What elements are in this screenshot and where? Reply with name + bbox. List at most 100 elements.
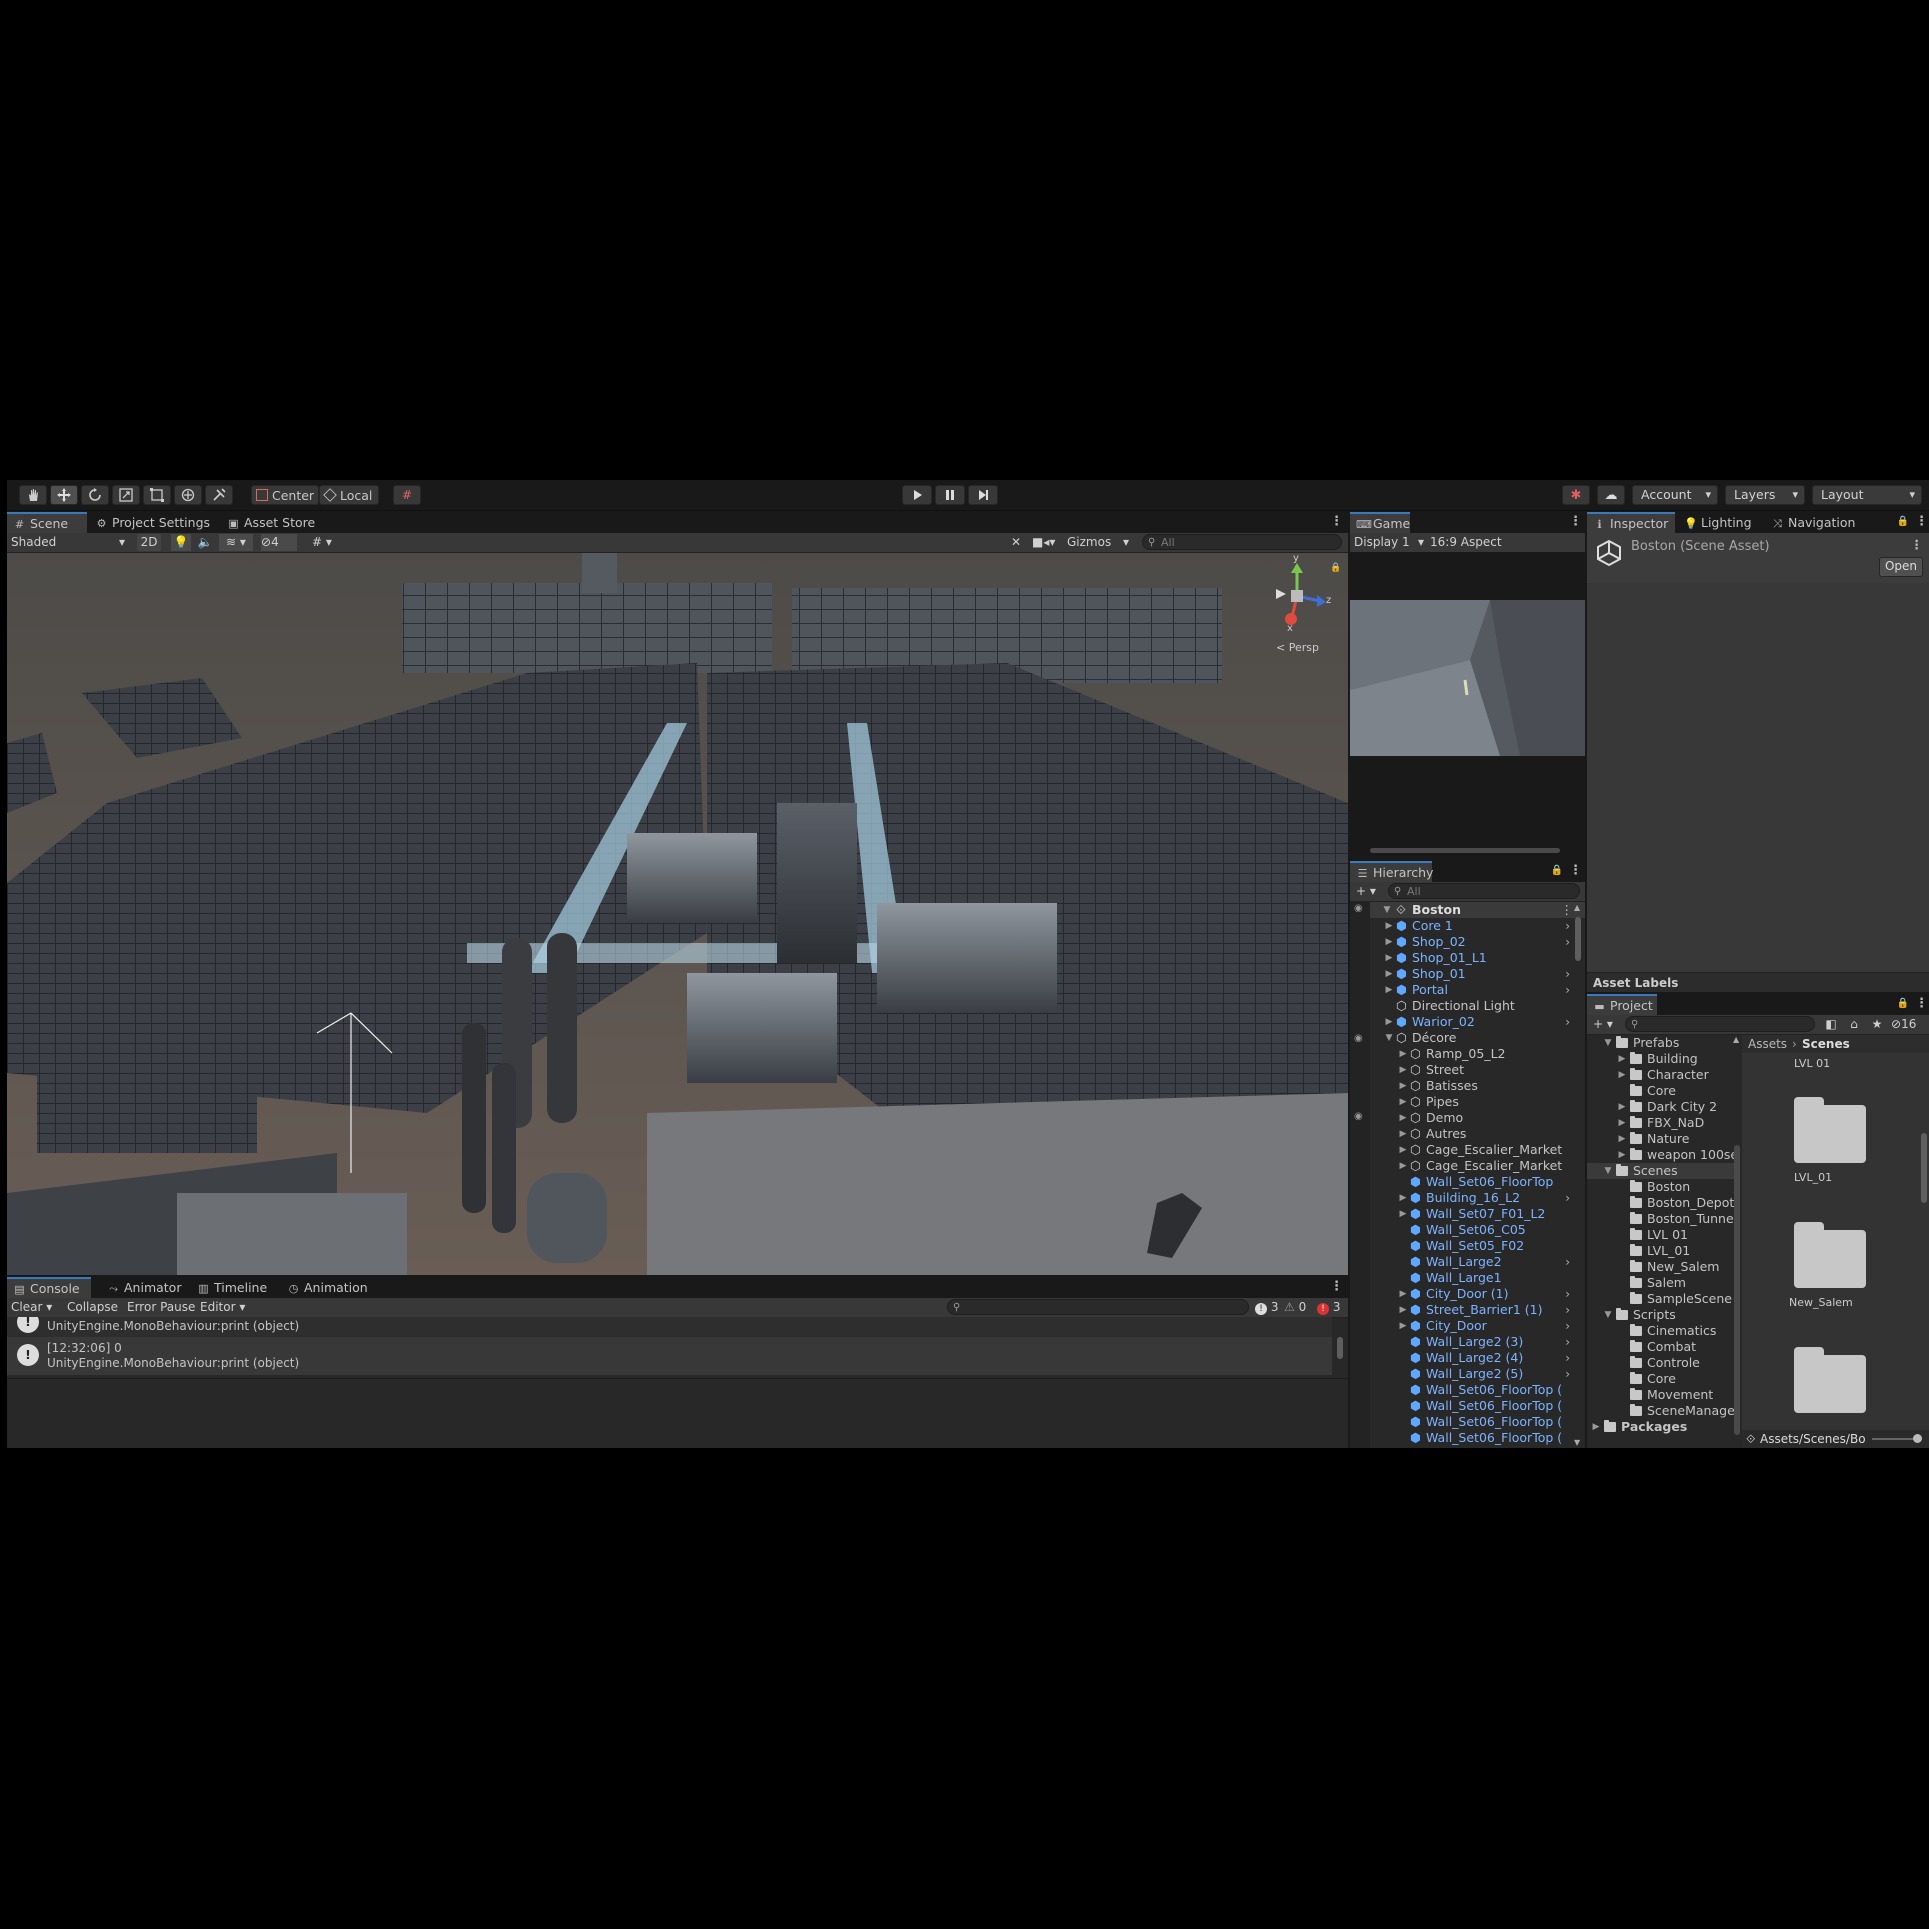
hierarchy-item[interactable]: ▶ ⬢ Shop_01 › (1370, 966, 1570, 982)
expand-arrow-icon[interactable]: ▶ (1398, 1078, 1408, 1094)
expand-arrow-icon[interactable]: ▶ (1617, 1147, 1627, 1163)
hierarchy-item[interactable]: ⬢ Wall_Large2 (3) › (1370, 1334, 1570, 1350)
chevron-right-icon[interactable]: › (1565, 1014, 1570, 1030)
hierarchy-item[interactable]: ▶ ⬢ Building_16_L2 › (1370, 1190, 1570, 1206)
lighting-toggle[interactable]: 💡 (171, 534, 191, 551)
project-folder-item[interactable]: ▶ FBX_NaD (1587, 1115, 1737, 1131)
hierarchy-search-input[interactable]: ⚲ All (1388, 883, 1580, 899)
camera-dropdown[interactable]: ■◂▾ (1032, 534, 1062, 551)
hierarchy-item[interactable]: ⬢ Wall_Large2 › (1370, 1254, 1570, 1270)
grid-item[interactable]: New_Salem (1742, 1210, 1922, 1310)
chevron-right-icon[interactable]: › (1565, 1254, 1570, 1270)
expand-arrow-icon[interactable]: ▼ (1384, 1030, 1394, 1046)
collab-button[interactable]: ✱ (1562, 485, 1590, 505)
tab-game[interactable]: ⌨Game (1350, 512, 1410, 533)
display-dropdown[interactable]: Display 1 ▾ (1354, 534, 1426, 551)
project-folder-item[interactable]: ▼ Scripts (1587, 1307, 1737, 1323)
grid-item[interactable]: LVL_01 (1742, 1085, 1922, 1185)
hierarchy-item[interactable]: ▶ ⬡ Demo (1370, 1110, 1570, 1126)
chevron-right-icon[interactable]: › (1565, 966, 1570, 982)
gizmos-dropdown[interactable]: Gizmos ▾ (1067, 534, 1133, 551)
expand-arrow-icon[interactable]: ▶ (1398, 1126, 1408, 1142)
hierarchy-item[interactable]: ▶ ⬢ City_Door (1) › (1370, 1286, 1570, 1302)
scene-search-input[interactable]: ⚲ All (1142, 534, 1342, 550)
expand-arrow-icon[interactable]: ▶ (1617, 1115, 1627, 1131)
game-menu-icon[interactable]: ⋮ (1569, 512, 1582, 533)
tab-console[interactable]: ▤ Console (7, 1277, 91, 1298)
scroll-thumb[interactable] (1337, 1337, 1343, 1359)
hierarchy-item[interactable]: ⬢ Wall_Set06_FloorTop ( (1370, 1430, 1570, 1446)
hierarchy-item[interactable]: ▶ ⬢ City_Door › (1370, 1318, 1570, 1334)
search-by-label-button[interactable]: ⌂ (1845, 1016, 1863, 1033)
expand-arrow-icon[interactable]: ▶ (1384, 1014, 1394, 1030)
project-folder-item[interactable]: ▶ weapon 100se (1587, 1147, 1737, 1163)
expand-arrow-icon[interactable]: ▶ (1384, 966, 1394, 982)
chevron-right-icon[interactable]: › (1565, 918, 1570, 934)
lock-icon[interactable]: 🔒 (1551, 865, 1563, 876)
expand-arrow-icon[interactable]: ▼ (1603, 1163, 1613, 1179)
scroll-down-arrow-icon[interactable]: ▼ (1574, 1438, 1580, 1447)
game-viewport[interactable] (1350, 552, 1585, 859)
draw-mode-dropdown[interactable]: Shaded ▾ (11, 534, 129, 551)
account-dropdown[interactable]: Account (1632, 485, 1718, 505)
hierarchy-item[interactable]: ▶ ⬢ Shop_02 › (1370, 934, 1570, 950)
project-folder-item[interactable]: SampleScene (1587, 1291, 1737, 1307)
favorites-button[interactable]: ★ (1868, 1016, 1886, 1033)
effects-dropdown[interactable]: ≋ ▾ (219, 534, 253, 551)
chevron-right-icon[interactable]: › (1565, 1334, 1570, 1350)
scene-viewport[interactable]: y z x < Persp 🔒 (7, 553, 1348, 1275)
console-scrollbar[interactable] (1335, 1317, 1345, 1377)
lock-icon[interactable]: 🔒 (1330, 563, 1341, 573)
hierarchy-item[interactable]: ▶ ⬢ Wall_Set07_F01_L2 (1370, 1206, 1570, 1222)
expand-arrow-icon[interactable]: ▶ (1398, 1062, 1408, 1078)
chevron-right-icon[interactable]: › (1565, 1286, 1570, 1302)
expand-arrow-icon[interactable]: ▶ (1617, 1099, 1627, 1115)
hierarchy-scrollbar[interactable]: ▲ ▼ (1574, 903, 1582, 1447)
inspector-menu-icon[interactable]: ⋮ (1915, 512, 1928, 533)
tab-asset-store[interactable]: ▣ Asset Store (221, 512, 323, 533)
expand-arrow-icon[interactable]: ▶ (1384, 934, 1394, 950)
tab-timeline[interactable]: ▥ Timeline (191, 1277, 275, 1298)
tab-project-settings[interactable]: ⚙ Project Settings (89, 512, 218, 533)
breadcrumb-assets[interactable]: Assets (1748, 1035, 1787, 1053)
project-folder-item[interactable]: Combat (1587, 1339, 1737, 1355)
expand-arrow-icon[interactable]: ▶ (1398, 1110, 1408, 1126)
project-folder-item[interactable]: LVL 01 (1587, 1227, 1737, 1243)
tools-toggle[interactable]: ✕ (1007, 534, 1025, 551)
tab-project[interactable]: ▬ Project (1587, 994, 1657, 1015)
expand-arrow-icon[interactable]: ▶ (1617, 1067, 1627, 1083)
scroll-thumb[interactable] (1921, 1133, 1927, 1203)
scroll-up-arrow-icon[interactable]: ▲ (1574, 903, 1580, 912)
hierarchy-item[interactable]: ⬢ Wall_Large1 (1370, 1270, 1570, 1286)
hierarchy-item[interactable]: ⬢ Wall_Set06_FloorTop ( (1370, 1398, 1570, 1414)
orientation-gizmo[interactable]: y z x < Persp (1262, 553, 1332, 654)
game-scrollbar[interactable] (1370, 848, 1560, 853)
move-tool-button[interactable] (50, 485, 78, 505)
hierarchy-root-row[interactable]: ▼ ⟐ Boston ⋮ (1370, 902, 1585, 918)
project-folder-item[interactable]: ▶ Dark City 2 (1587, 1099, 1737, 1115)
hierarchy-item[interactable]: ▶ ⬡ Autres (1370, 1126, 1570, 1142)
transform-tool-button[interactable] (174, 485, 202, 505)
rotate-tool-button[interactable] (81, 485, 109, 505)
hierarchy-item[interactable]: ▶ ⬡ Street (1370, 1062, 1570, 1078)
project-folder-item[interactable]: Core (1587, 1083, 1737, 1099)
lock-icon[interactable]: 🔒 (1897, 516, 1909, 527)
project-folder-item[interactable]: ▼ Scenes (1587, 1163, 1737, 1179)
hierarchy-item[interactable]: ⬢ Wall_Set06_FloorTop (1370, 1174, 1570, 1190)
pivot-local-button[interactable]: Local (319, 485, 379, 505)
mode-2d-toggle[interactable]: 2D (137, 534, 161, 551)
chevron-right-icon[interactable]: › (1565, 982, 1570, 998)
hierarchy-item[interactable]: ▶ ⬢ Warior_02 › (1370, 1014, 1570, 1030)
visibility-eye-icon[interactable]: ◉ (1354, 903, 1363, 914)
root-menu-icon[interactable]: ⋮ (1561, 902, 1574, 918)
audio-toggle[interactable]: 🔈 (195, 534, 215, 551)
expand-arrow-icon[interactable]: ▶ (1384, 918, 1394, 934)
tab-scene[interactable]: # Scene (7, 512, 87, 533)
editor-dropdown[interactable]: Editor ▾ (200, 1299, 245, 1316)
chevron-right-icon[interactable]: › (1565, 1350, 1570, 1366)
aspect-dropdown[interactable]: 16:9 Aspect (1430, 534, 1580, 551)
tab-lighting[interactable]: 💡 Lighting (1678, 512, 1760, 533)
expand-arrow-icon[interactable]: ▼ (1603, 1307, 1613, 1323)
expand-arrow-icon[interactable]: ▶ (1398, 1046, 1408, 1062)
project-menu-icon[interactable]: ⋮ (1915, 994, 1928, 1015)
